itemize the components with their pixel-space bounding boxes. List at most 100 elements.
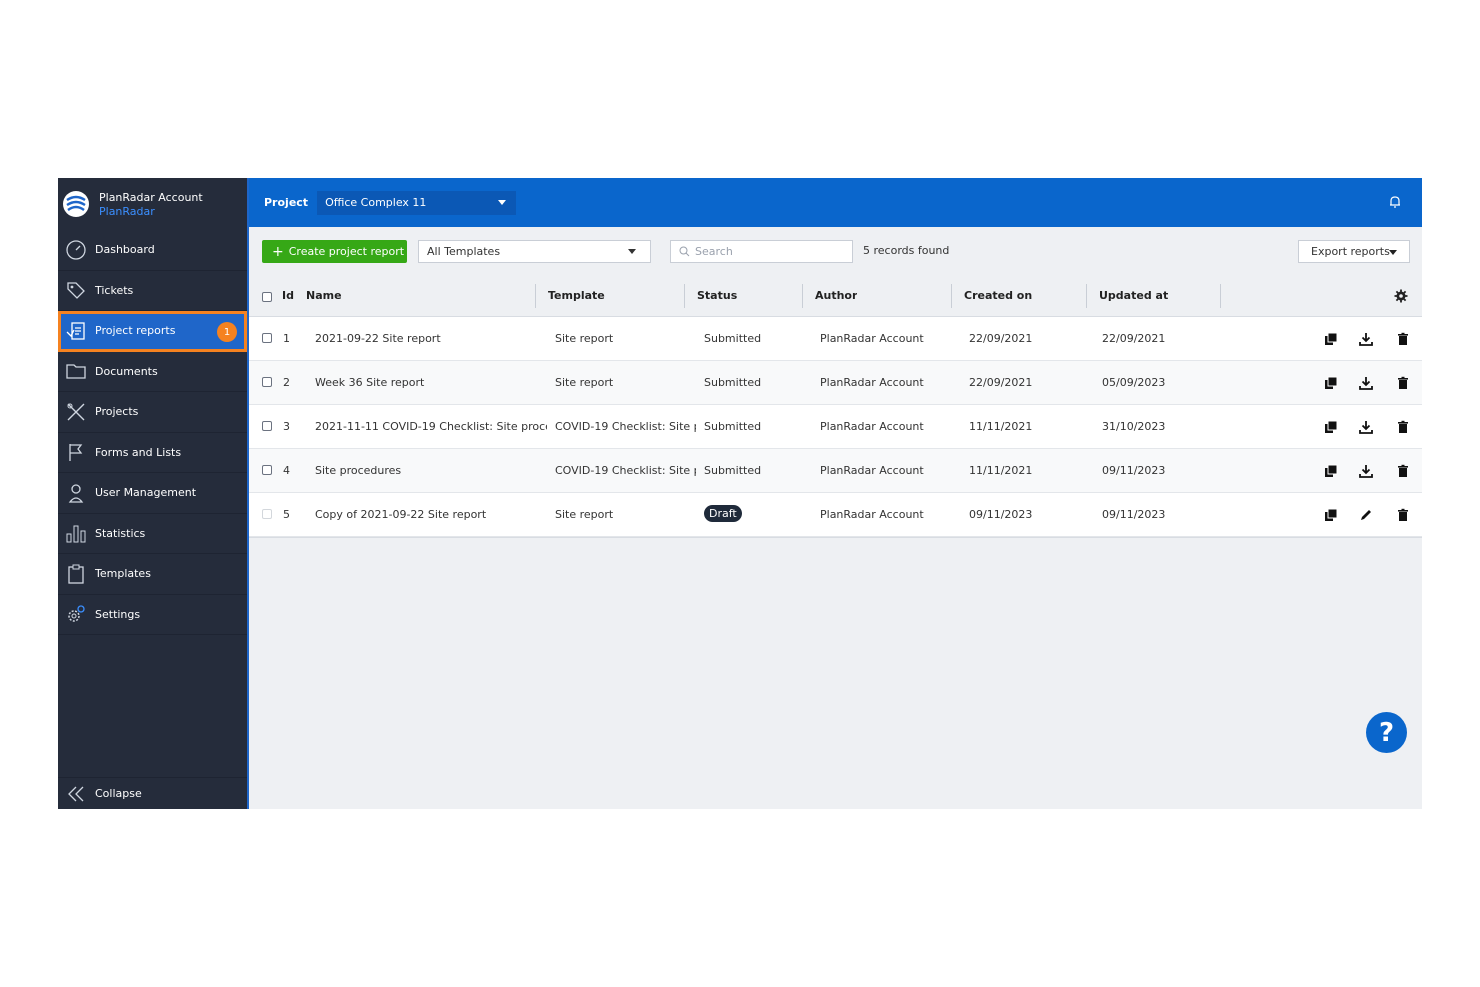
- header-name[interactable]: Name: [306, 289, 342, 302]
- sidebar-item-tickets[interactable]: Tickets: [58, 271, 247, 311]
- cell-status: Submitted: [704, 420, 762, 433]
- table-header: Id Name Template Status Author Created o…: [249, 275, 1422, 317]
- sidebar-item-templates[interactable]: Templates: [58, 554, 247, 595]
- cell-name[interactable]: Site procedures: [315, 464, 547, 477]
- sidebar-item-label: User Management: [95, 486, 197, 500]
- cell-name[interactable]: Copy of 2021-09-22 Site report: [315, 508, 547, 521]
- download-icon[interactable]: [1359, 376, 1373, 390]
- tools-icon: [62, 398, 90, 426]
- template-filter-select[interactable]: All Templates: [418, 240, 651, 263]
- sidebar-item-documents[interactable]: Documents: [58, 352, 247, 392]
- trash-icon[interactable]: [1396, 420, 1410, 434]
- row-checkbox[interactable]: [262, 421, 272, 431]
- column-settings-gear-icon[interactable]: [1394, 289, 1408, 303]
- cell-template: Site report: [555, 376, 614, 389]
- header-status[interactable]: Status: [697, 289, 737, 302]
- duplicate-icon[interactable]: [1324, 376, 1338, 390]
- main-content: Project Office Complex 11 + Create proje…: [249, 178, 1422, 809]
- trash-icon[interactable]: [1396, 464, 1410, 478]
- export-reports-button[interactable]: Export reports: [1298, 240, 1410, 263]
- reports-table: Id Name Template Status Author Created o…: [249, 275, 1422, 538]
- cell-name[interactable]: 2021-11-11 COVID-19 Checklist: Site proc…: [315, 420, 547, 433]
- header-author[interactable]: Author: [815, 289, 857, 302]
- bar-chart-icon: [62, 519, 90, 547]
- tag-icon: [62, 276, 90, 304]
- sidebar-item-projects[interactable]: Projects: [58, 392, 247, 433]
- clipboard-icon: [62, 560, 90, 588]
- duplicate-icon[interactable]: [1324, 464, 1338, 478]
- cell-created-on: 09/11/2023: [969, 508, 1033, 521]
- cell-updated-at: 22/09/2021: [1102, 332, 1166, 345]
- header-created-on[interactable]: Created on: [964, 289, 1032, 302]
- caret-down-icon: [498, 199, 507, 205]
- topbar: Project Office Complex 11: [249, 178, 1422, 227]
- column-divider: [951, 284, 952, 308]
- sidebar-item-user-management[interactable]: User Management: [58, 473, 247, 514]
- bell-icon[interactable]: [1388, 195, 1402, 209]
- double-chevron-left-icon: [62, 780, 90, 808]
- sidebar-item-statistics[interactable]: Statistics: [58, 514, 247, 554]
- trash-icon[interactable]: [1396, 508, 1410, 522]
- cell-created-on: 22/09/2021: [969, 376, 1033, 389]
- row-checkbox[interactable]: [262, 377, 272, 387]
- header-template[interactable]: Template: [548, 289, 605, 302]
- export-label: Export reports: [1311, 245, 1390, 258]
- search-input[interactable]: Search: [670, 240, 853, 263]
- help-button[interactable]: ?: [1366, 712, 1407, 753]
- row-checkbox[interactable]: [262, 465, 272, 475]
- cell-created-on: 22/09/2021: [969, 332, 1033, 345]
- table-row[interactable]: 5 Copy of 2021-09-22 Site report Site re…: [249, 493, 1422, 537]
- pencil-icon[interactable]: [1359, 508, 1373, 522]
- cell-updated-at: 05/09/2023: [1102, 376, 1166, 389]
- sidebar-item-project-reports[interactable]: Project reports 1: [58, 311, 247, 352]
- sidebar-item-label: Templates: [95, 567, 151, 581]
- duplicate-icon[interactable]: [1324, 420, 1338, 434]
- download-icon[interactable]: [1359, 464, 1373, 478]
- cell-template: Site report: [555, 508, 614, 521]
- create-project-report-button[interactable]: + Create project report: [262, 240, 407, 263]
- sidebar: PlanRadar Account PlanRadar Dashboard Ti…: [58, 178, 249, 809]
- sidebar-item-forms-and-lists[interactable]: Forms and Lists: [58, 433, 247, 473]
- sidebar-item-label: Documents: [95, 364, 158, 378]
- duplicate-icon[interactable]: [1324, 508, 1338, 522]
- caret-down-icon: [1389, 250, 1397, 255]
- select-all-checkbox[interactable]: [262, 292, 272, 302]
- cell-status: Submitted: [704, 376, 762, 389]
- cell-name[interactable]: Week 36 Site report: [315, 376, 547, 389]
- collapse-button[interactable]: Collapse: [58, 777, 247, 809]
- download-icon[interactable]: [1359, 332, 1373, 346]
- sidebar-item-label: Project reports: [95, 324, 176, 338]
- download-icon[interactable]: [1359, 420, 1373, 434]
- duplicate-icon[interactable]: [1324, 332, 1338, 346]
- cell-id: 1: [283, 332, 290, 345]
- account-sub: PlanRadar: [99, 204, 155, 218]
- sidebar-item-label: Settings: [95, 607, 141, 621]
- project-select[interactable]: Office Complex 11: [317, 190, 517, 215]
- table-row[interactable]: 3 2021-11-11 COVID-19 Checklist: Site pr…: [249, 405, 1422, 449]
- trash-icon[interactable]: [1396, 332, 1410, 346]
- sidebar-item-dashboard[interactable]: Dashboard: [58, 230, 247, 271]
- template-filter-value: All Templates: [427, 245, 501, 258]
- search-placeholder: Search: [695, 245, 733, 258]
- sidebar-item-settings[interactable]: Settings: [58, 595, 247, 635]
- notification-badge: 1: [217, 322, 237, 342]
- cell-author: PlanRadar Account: [820, 508, 924, 521]
- account-header[interactable]: PlanRadar Account PlanRadar: [58, 178, 247, 230]
- header-updated-at[interactable]: Updated at: [1099, 289, 1168, 302]
- search-icon: [679, 246, 690, 257]
- header-id[interactable]: Id: [282, 289, 294, 302]
- sidebar-item-label: Tickets: [95, 283, 134, 297]
- table-row[interactable]: 1 2021-09-22 Site report Site report Sub…: [249, 317, 1422, 361]
- cell-name[interactable]: 2021-09-22 Site report: [315, 332, 547, 345]
- caret-down-icon: [628, 249, 636, 254]
- table-row[interactable]: 4 Site procedures COVID-19 Checklist: Si…: [249, 449, 1422, 493]
- create-button-label: Create project report: [288, 245, 405, 258]
- row-checkbox[interactable]: [262, 509, 272, 519]
- project-select-value: Office Complex 11: [325, 196, 427, 209]
- trash-icon[interactable]: [1396, 376, 1410, 390]
- table-row[interactable]: 2 Week 36 Site report Site report Submit…: [249, 361, 1422, 405]
- cell-created-on: 11/11/2021: [969, 420, 1033, 433]
- row-checkbox[interactable]: [262, 333, 272, 343]
- cell-updated-at: 09/11/2023: [1102, 464, 1166, 477]
- cell-updated-at: 31/10/2023: [1102, 420, 1166, 433]
